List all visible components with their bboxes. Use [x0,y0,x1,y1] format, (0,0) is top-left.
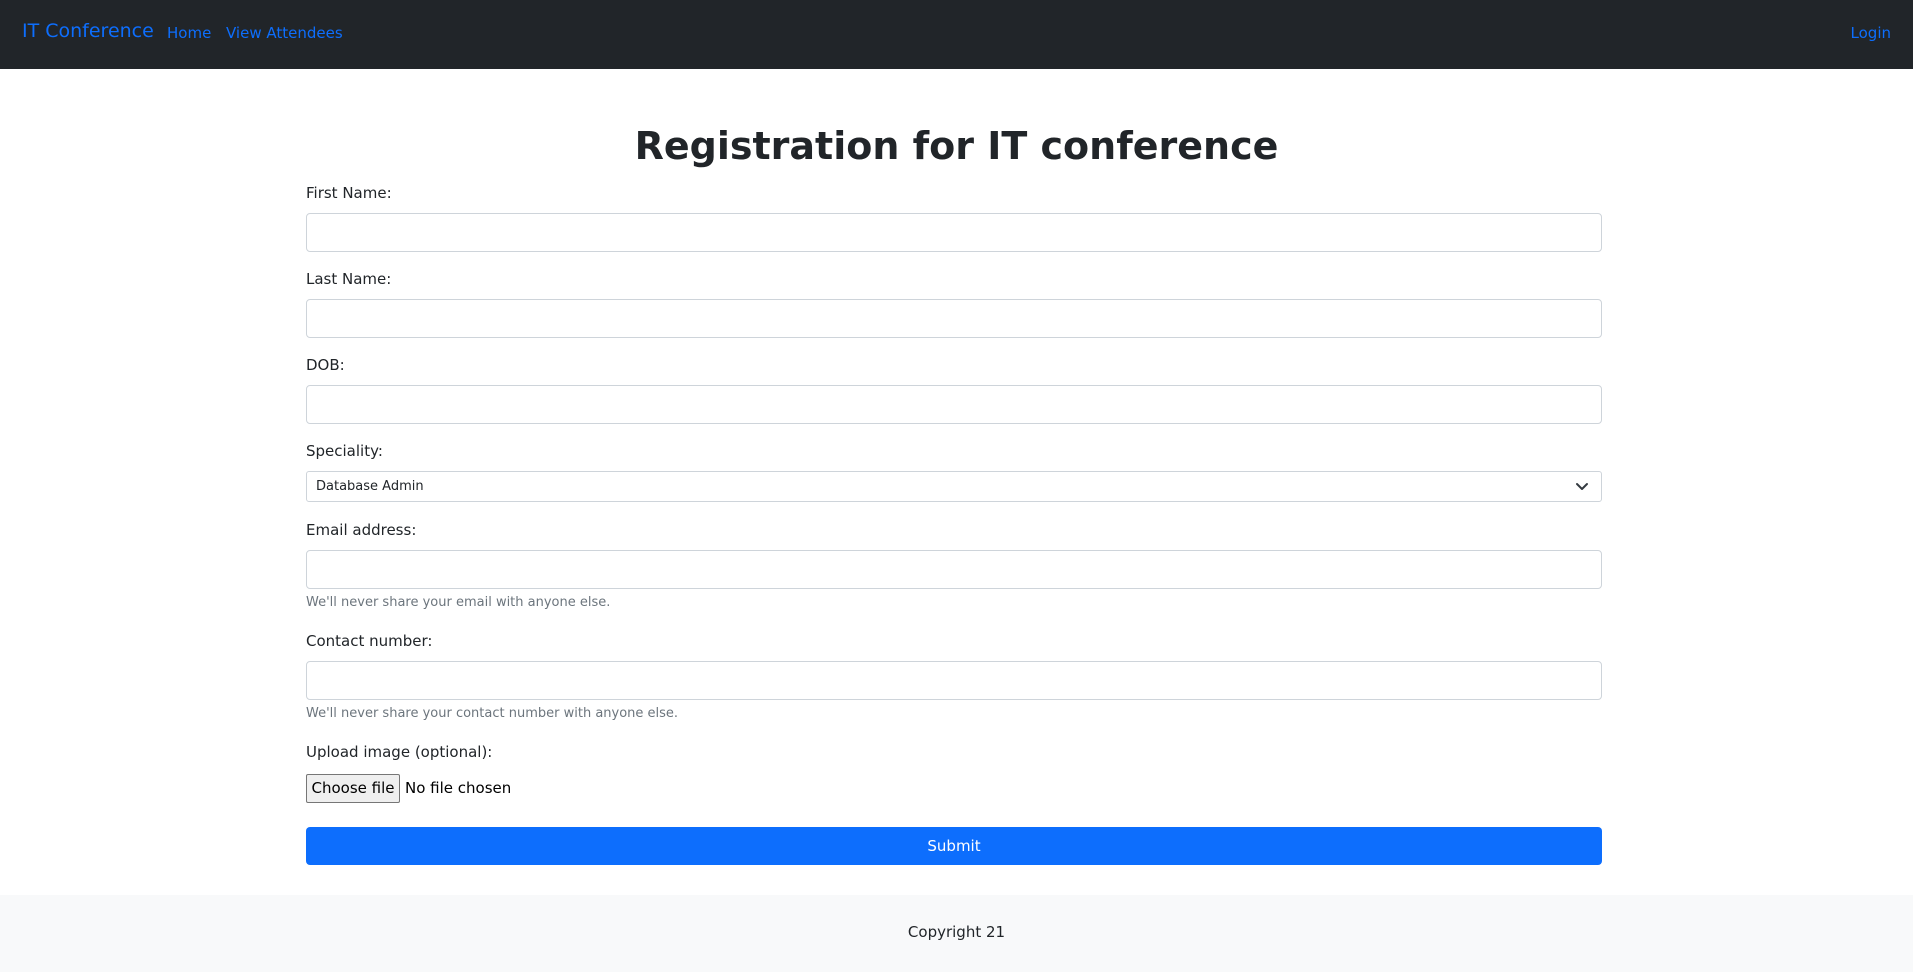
chevron-down-icon [1576,483,1588,490]
nav-home-link[interactable]: Home [167,24,211,42]
dob-input[interactable] [306,385,1602,424]
nav-view-attendees-link[interactable]: View Attendees [226,24,343,42]
nav-login-link[interactable]: Login [1851,24,1891,42]
file-status-text: No file chosen [405,779,512,797]
email-help-text: We'll never share your email with anyone… [306,595,611,610]
speciality-label: Speciality: [306,442,383,460]
speciality-select[interactable]: Database Admin [306,471,1602,502]
footer: Copyright 21 [0,895,1913,972]
first-name-input[interactable] [306,213,1602,252]
email-label: Email address: [306,521,417,539]
contact-label: Contact number: [306,632,433,650]
contact-help-text: We'll never share your contact number wi… [306,706,679,721]
brand-link[interactable]: IT Conference [22,20,154,42]
dob-label: DOB: [306,356,345,374]
last-name-label: Last Name: [306,270,392,288]
speciality-selected-value: Database Admin [316,479,424,494]
upload-label: Upload image (optional): [306,743,493,761]
navbar: IT Conference Home View Attendees Login [0,0,1913,69]
first-name-label: First Name: [306,184,392,202]
submit-button[interactable]: Submit [306,827,1602,865]
page-title: Registration for IT conference [634,124,1279,168]
contact-input[interactable] [306,661,1602,700]
email-input[interactable] [306,550,1602,589]
copyright-text: Copyright 21 [907,923,1006,941]
choose-file-button[interactable]: Choose file [306,774,400,803]
last-name-input[interactable] [306,299,1602,338]
